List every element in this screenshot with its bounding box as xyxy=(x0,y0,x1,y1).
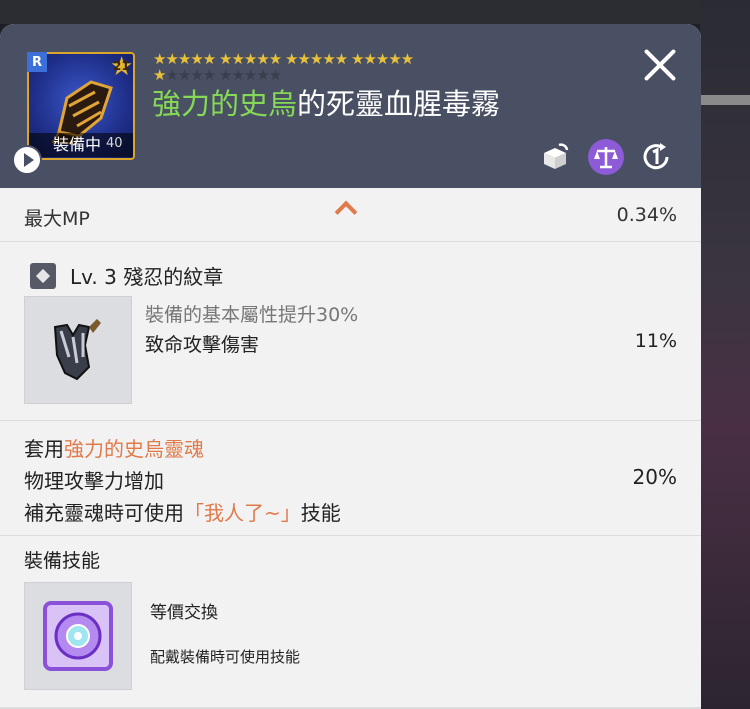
background-strip xyxy=(700,95,750,105)
star-level: 21 xyxy=(113,59,130,73)
item-detail-panel: R ★ 21 裝備中 40 ★★★★★ ★★★★★ ★★★★★ ★★★★★ ★★… xyxy=(0,24,701,709)
close-icon[interactable] xyxy=(642,46,678,82)
emblem-subtitle: 裝備的基本屬性提升30% xyxy=(145,304,359,326)
soul-value: 20% xyxy=(632,465,677,489)
item-title: 強力的史烏的死靈血腥毒霧 xyxy=(152,84,500,124)
equip-skill-name: 等價交換 xyxy=(150,603,218,623)
soul-section: 套用強力的史烏靈魂 物理攻擊力增加 20% 補充靈魂時可使用「我人了~」技能 xyxy=(0,421,701,536)
soul-skill-suffix: 技能 xyxy=(300,501,341,525)
chevron-up-icon[interactable] xyxy=(334,200,358,224)
max-mp-row: 最大MP 0.34% xyxy=(0,188,701,242)
soul-skill-line: 補充靈魂時可使用「我人了~」技能 xyxy=(24,497,341,526)
emblem-image xyxy=(24,296,132,404)
emblem-section: Lv. 3 殘忍的紋章 裝備的基本屬性提升30% 致命攻擊傷害 11% xyxy=(0,242,701,421)
background-top xyxy=(0,0,750,24)
soul-stat: 物理攻擊力增加 xyxy=(24,469,164,493)
emblem-value: 11% xyxy=(634,330,677,352)
skill-image[interactable] xyxy=(24,582,132,690)
item-header: R ★ 21 裝備中 40 ★★★★★ ★★★★★ ★★★★★ ★★★★★ ★★… xyxy=(0,24,701,188)
item-title-name: 的死靈血腥毒霧 xyxy=(297,87,501,121)
soul-skill-prefix: 補充靈魂時可使用 xyxy=(24,501,184,525)
star-force-empty: ★★★★ ★★★★★ xyxy=(165,66,282,84)
max-mp-label: 最大MP xyxy=(24,208,90,230)
scale-icon[interactable] xyxy=(588,139,624,175)
soul-prefix: 套用 xyxy=(24,437,64,461)
soul-name: 強力的史烏靈魂 xyxy=(64,437,204,461)
max-mp-value: 0.34% xyxy=(616,204,677,226)
soul-line: 套用強力的史烏靈魂 xyxy=(24,433,204,462)
equip-skill-desc: 配戴裝備時可使用技能 xyxy=(150,648,301,666)
equip-skill-section: 裝備技能 等價交換 配戴裝備時可使用技能 xyxy=(0,536,701,709)
background-scene xyxy=(700,0,750,709)
one-icon[interactable] xyxy=(638,139,674,175)
star-force-filled: ★ xyxy=(153,66,166,84)
emblem-title: Lv. 3 殘忍的紋章 xyxy=(70,265,224,289)
play-button[interactable] xyxy=(12,145,42,175)
equip-skill-heading: 裝備技能 xyxy=(24,550,101,572)
equipped-number: 40 xyxy=(106,136,123,151)
skill-icon xyxy=(43,601,113,671)
claw-icon xyxy=(53,319,101,381)
box-icon[interactable] xyxy=(537,139,573,175)
star-force-row-2: ★★★★★ ★★★★★ xyxy=(153,66,282,84)
star-force-row-1: ★★★★★ ★★★★★ ★★★★★ ★★★★★ xyxy=(153,50,414,68)
rank-badge: R xyxy=(27,52,47,72)
soul-skill-name: 「我人了~」 xyxy=(184,501,301,525)
emblem-stat: 致命攻擊傷害 xyxy=(145,334,260,356)
diamond-icon xyxy=(30,263,56,289)
item-title-prefix: 強力的史烏 xyxy=(152,87,298,121)
